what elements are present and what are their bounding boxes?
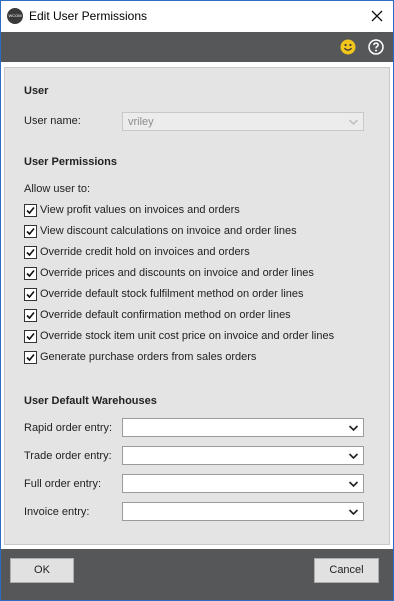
- permissions-section-title: User Permissions: [24, 156, 117, 168]
- help-icon: [368, 39, 384, 55]
- help-button[interactable]: [368, 39, 384, 55]
- permission-label: Override default confirmation method on …: [40, 309, 291, 321]
- chevron-down-icon: [348, 425, 359, 432]
- app-icon: WCOM: [7, 8, 23, 24]
- checkmark-icon: [26, 269, 35, 278]
- chevron-down-icon: [348, 119, 359, 126]
- username-select: vriley: [122, 112, 364, 131]
- checkbox[interactable]: [24, 330, 37, 343]
- permission-label: View discount calculations on invoice an…: [40, 225, 297, 237]
- chevron-down-icon: [348, 481, 359, 488]
- invoice-entry-warehouse-select[interactable]: [122, 502, 364, 521]
- checkbox[interactable]: [24, 246, 37, 259]
- edit-user-permissions-dialog: WCOM Edit User Permissions User User nam…: [0, 0, 394, 601]
- checkbox[interactable]: [24, 204, 37, 217]
- checkbox[interactable]: [24, 309, 37, 322]
- dialog-footer: OK Cancel: [1, 549, 393, 600]
- window-title: Edit User Permissions: [29, 9, 148, 23]
- full-order-warehouse-select[interactable]: [122, 474, 364, 493]
- checkbox[interactable]: [24, 351, 37, 364]
- checkbox[interactable]: [24, 225, 37, 238]
- checkmark-icon: [26, 290, 35, 299]
- feedback-button[interactable]: [340, 39, 356, 55]
- username-value: vriley: [128, 116, 154, 128]
- checkmark-icon: [26, 332, 35, 341]
- close-button[interactable]: [365, 4, 389, 28]
- permission-label: Generate purchase orders from sales orde…: [40, 351, 257, 363]
- checkmark-icon: [26, 248, 35, 257]
- permission-label: Override stock item unit cost price on i…: [40, 330, 335, 342]
- username-label: User name:: [24, 115, 81, 127]
- toolbar: [1, 32, 393, 62]
- cancel-button[interactable]: Cancel: [314, 558, 379, 583]
- invoice-entry-label: Invoice entry:: [24, 506, 90, 518]
- trade-order-label: Trade order entry:: [24, 450, 112, 462]
- permission-label: View profit values on invoices and order…: [40, 204, 240, 216]
- warehouses-section-title: User Default Warehouses: [24, 395, 157, 407]
- smiley-icon: [340, 39, 356, 55]
- chevron-down-icon: [348, 453, 359, 460]
- permission-label: Override default stock fulfilment method…: [40, 288, 304, 300]
- checkbox[interactable]: [24, 267, 37, 280]
- permissions-panel: User User name: vriley User Permissions …: [4, 67, 390, 545]
- user-section-title: User: [24, 85, 49, 97]
- checkmark-icon: [26, 227, 35, 236]
- title-bar: WCOM Edit User Permissions: [1, 1, 393, 32]
- checkmark-icon: [26, 206, 35, 215]
- permission-label: Override credit hold on invoices and ord…: [40, 246, 250, 258]
- close-icon: [371, 10, 383, 22]
- chevron-down-icon: [348, 509, 359, 516]
- allow-user-intro: Allow user to:: [24, 183, 91, 195]
- rapid-order-label: Rapid order entry:: [24, 422, 113, 434]
- checkmark-icon: [26, 311, 35, 320]
- ok-button[interactable]: OK: [10, 558, 74, 583]
- full-order-label: Full order entry:: [24, 478, 102, 490]
- rapid-order-warehouse-select[interactable]: [122, 418, 364, 437]
- trade-order-warehouse-select[interactable]: [122, 446, 364, 465]
- checkmark-icon: [26, 353, 35, 362]
- checkbox[interactable]: [24, 288, 37, 301]
- permission-label: Override prices and discounts on invoice…: [40, 267, 314, 279]
